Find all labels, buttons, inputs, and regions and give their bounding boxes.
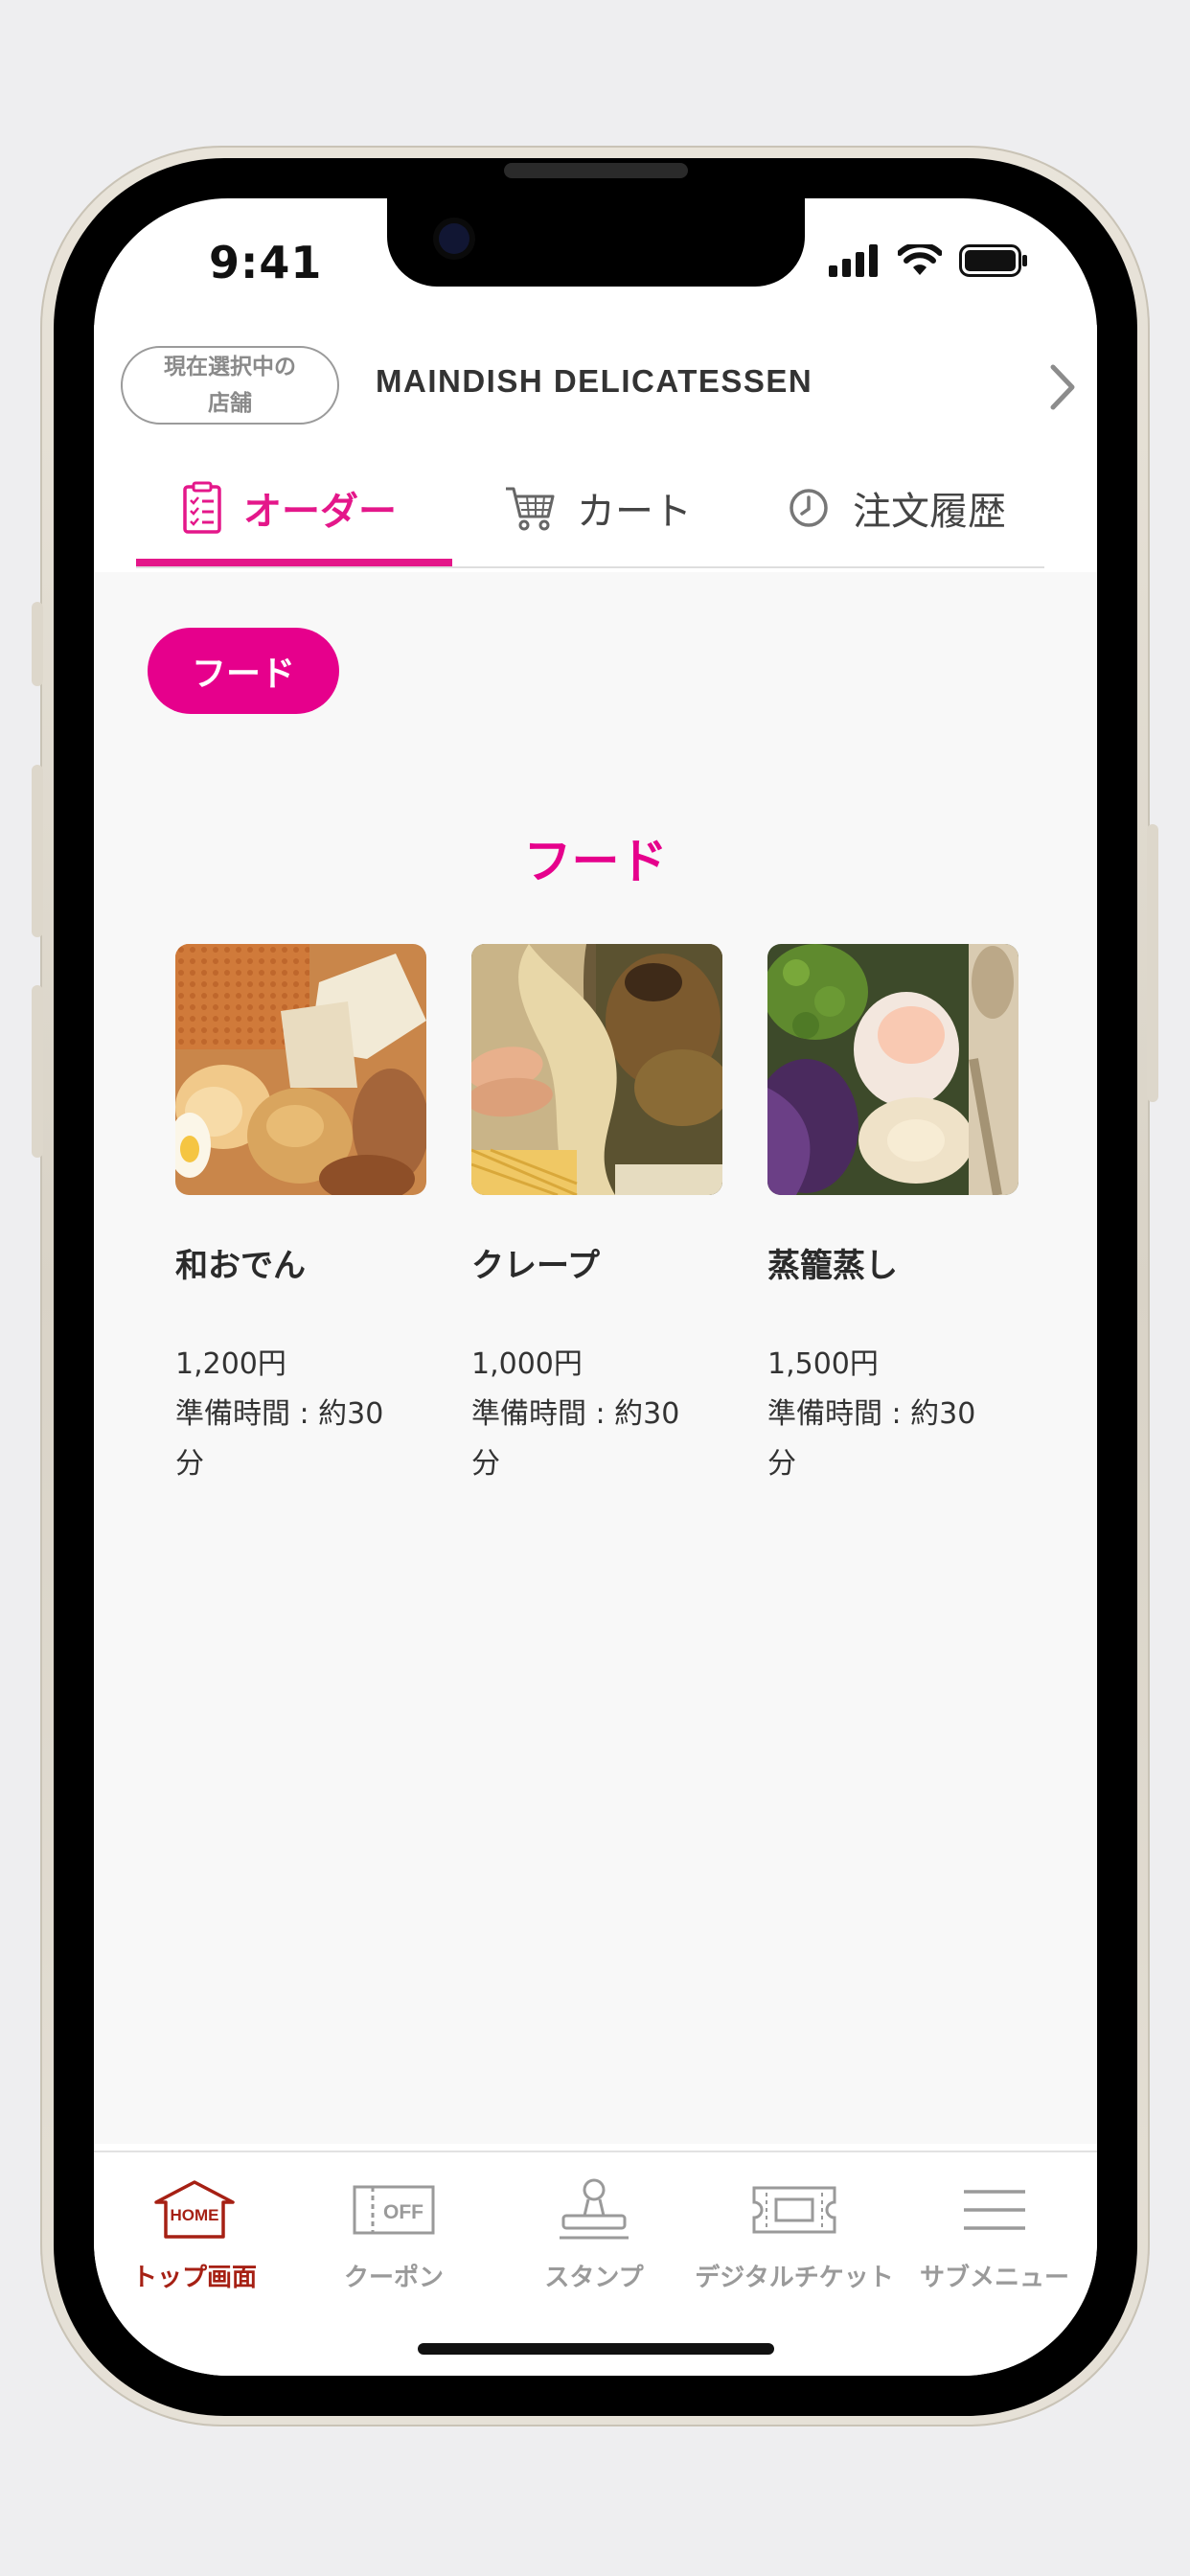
tab-history-label: 注文履歴 — [853, 490, 1006, 534]
coupon-icon: OFF — [353, 2185, 435, 2235]
item-prep-time-line1: 準備時間 : 約30 — [767, 1397, 976, 1431]
nav-stamp[interactable]: スタンプ — [493, 2172, 695, 2293]
item-prep-time: 準備時間 : 約30 分 — [767, 1390, 1018, 1489]
item-image-seiro[interactable] — [767, 944, 1018, 1195]
home-icon: HOME — [154, 2180, 235, 2239]
signal-icon — [829, 244, 878, 277]
tab-order-label: オーダー — [243, 490, 397, 534]
item-prep-time-line1: 準備時間 : 約30 — [175, 1397, 384, 1431]
item-name: 和おでん — [175, 1247, 306, 1285]
power-button — [1147, 824, 1158, 1102]
nav-submenu-label: サブメニュー — [919, 2264, 1069, 2292]
item-prep-time: 準備時間 : 約30 分 — [175, 1390, 426, 1489]
tab-cart[interactable]: カート — [504, 449, 692, 566]
order-tabs: オーダー カート 注文履歴 — [94, 449, 1097, 570]
active-tab-indicator — [136, 559, 452, 566]
mute-switch — [32, 602, 43, 686]
item-image-crepe[interactable] — [471, 944, 722, 1195]
item-image-oden[interactable] — [175, 944, 426, 1195]
tab-order[interactable]: オーダー — [182, 449, 397, 566]
menu-item-oden[interactable]: 和おでん 1,200円 準備時間 : 約30 分 — [175, 944, 426, 1489]
nav-coupon-label: クーポン — [343, 2264, 444, 2292]
menu-content: フード フード 和おでん 1,200円 準備時間: 約30 分 クレープ 1,… — [94, 572, 1097, 2144]
clock-icon — [790, 489, 828, 527]
cart-icon — [506, 487, 555, 531]
front-camera — [439, 223, 469, 254]
status-icons — [829, 244, 1028, 277]
order-list-icon — [183, 481, 221, 534]
current-store-badge: 現在選択中の 店舗 — [121, 346, 339, 425]
earpiece-speaker — [504, 163, 688, 178]
item-name: クレープ — [471, 1247, 600, 1285]
tabs-divider — [136, 566, 1044, 568]
tab-history[interactable]: 注文履歴 — [788, 449, 1006, 566]
item-prep-time-line1: 準備時間 : 約30 — [471, 1397, 680, 1431]
status-time: 9:41 — [209, 237, 323, 288]
item-price: 1,500円 — [767, 1347, 879, 1381]
store-selector-bar[interactable]: 現在選択中の 店舗 MAINDISH DELICATESSEN — [94, 325, 1097, 451]
nav-home-label: トップ画面 — [131, 2264, 257, 2292]
ticket-icon — [752, 2186, 836, 2234]
volume-up-button — [32, 765, 43, 937]
nav-digital-ticket-label: デジタルチケット — [695, 2264, 894, 2292]
stamp-icon — [560, 2178, 629, 2240]
battery-icon — [959, 244, 1027, 277]
section-title: フード — [523, 834, 668, 889]
item-prep-time-line2: 分 — [767, 1447, 796, 1481]
item-prep-time: 準備時間 : 約30 分 — [471, 1390, 722, 1489]
store-name: MAINDISH DELICATESSEN — [376, 363, 813, 399]
nav-digital-ticket[interactable]: デジタルチケット — [694, 2172, 895, 2293]
item-name: 蒸籠蒸し — [767, 1247, 898, 1285]
notch — [387, 198, 805, 287]
item-prep-time-line2: 分 — [471, 1447, 500, 1481]
nav-submenu[interactable]: サブメニュー — [894, 2172, 1095, 2293]
app-screen: 9:41 現在選択中の 店舗 MAINDISH DELICATESSEN オーダ… — [94, 198, 1097, 2376]
bottom-navigation: HOME トップ画面 OFF クーポン スタンプ デジタルチケット サブメニュー — [94, 2150, 1097, 2376]
nav-coupon[interactable]: OFF クーポン — [293, 2172, 494, 2293]
coupon-icon-text: OFF — [383, 2201, 423, 2223]
item-price: 1,000円 — [471, 1347, 583, 1381]
item-price: 1,200円 — [175, 1347, 286, 1381]
home-icon-text: HOME — [171, 2206, 219, 2224]
menu-item-seiro[interactable]: 蒸籠蒸し 1,500円 準備時間 : 約30 分 — [767, 944, 1018, 1489]
item-prep-time-line2: 分 — [175, 1447, 204, 1481]
store-badge-line1: 現在選択中の — [164, 355, 296, 380]
store-badge-line2: 店舗 — [208, 391, 252, 416]
nav-home[interactable]: HOME トップ画面 — [94, 2172, 295, 2293]
tab-cart-label: カート — [577, 490, 692, 534]
menu-item-crepe[interactable]: クレープ 1,000円 準備時間 : 約30 分 — [471, 944, 722, 1489]
volume-down-button — [32, 985, 43, 1158]
menu-icon — [964, 2190, 1025, 2230]
wifi-icon — [898, 244, 942, 275]
category-chip-food[interactable]: フード — [148, 628, 339, 714]
home-indicator[interactable] — [418, 2343, 774, 2355]
nav-stamp-label: スタンプ — [544, 2264, 644, 2292]
chevron-right-icon[interactable] — [1045, 361, 1080, 413]
